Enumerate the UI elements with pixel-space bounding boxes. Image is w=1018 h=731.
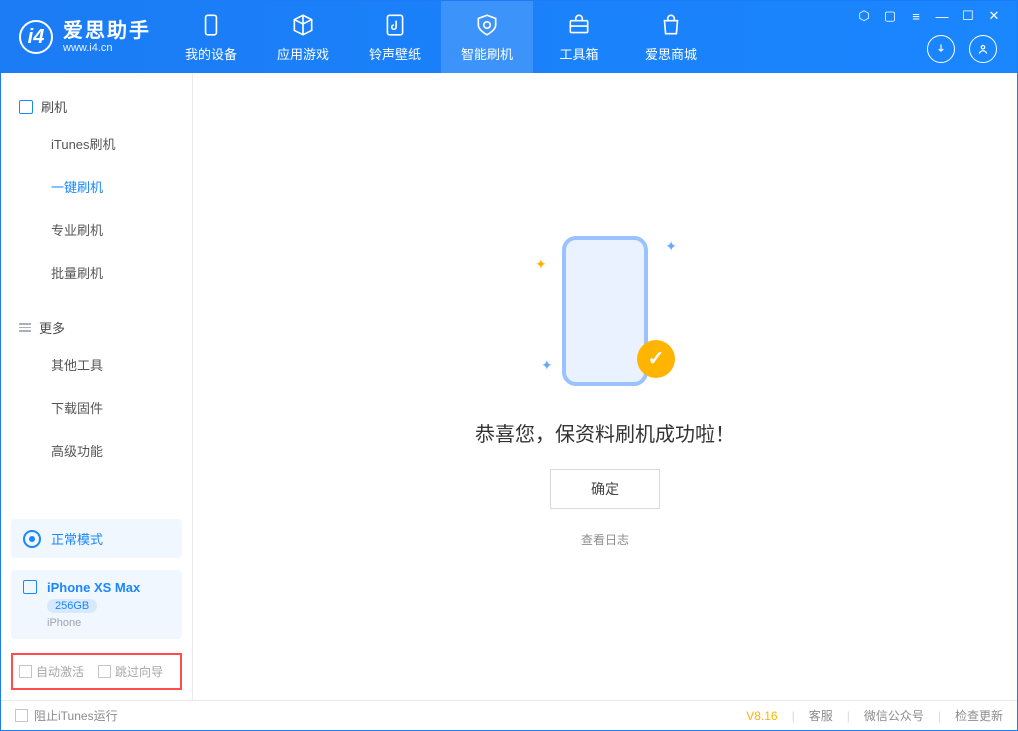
ok-button[interactable]: 确定 (550, 469, 660, 509)
tab-apps-games[interactable]: 应用游戏 (257, 1, 349, 73)
device-storage: 256GB (47, 599, 97, 613)
sidebar-section-more: 更多 (1, 304, 192, 343)
bag-icon (658, 12, 684, 38)
user-icon (976, 42, 990, 56)
tab-smart-flash[interactable]: 智能刷机 (441, 1, 533, 73)
phone-graphic (562, 236, 648, 386)
menu-icon[interactable]: ≡ (909, 9, 923, 23)
music-file-icon (382, 12, 408, 38)
mode-icon (23, 530, 41, 548)
app-name-cn: 爱思助手 (63, 21, 151, 41)
tab-my-device[interactable]: 我的设备 (165, 1, 257, 73)
download-icon (934, 42, 948, 56)
device-card[interactable]: iPhone XS Max 256GB iPhone (11, 570, 182, 639)
header: i4 爱思助手 www.i4.cn 我的设备 应用游戏 铃声壁纸 智能刷机 工具… (1, 1, 1017, 73)
account-button[interactable] (969, 35, 997, 63)
toolbox-icon (566, 12, 592, 38)
main-content: ✦ ✦ ✦ ✓ 恭喜您，保资料刷机成功啦！ 确定 查看日志 (193, 73, 1017, 700)
sidebar-item-itunes-flash[interactable]: iTunes刷机 (1, 122, 192, 165)
checkbox-block-itunes[interactable]: 阻止iTunes运行 (15, 707, 118, 724)
device-icon (19, 100, 33, 114)
app-name-en: www.i4.cn (63, 43, 151, 54)
sidebar-item-other-tools[interactable]: 其他工具 (1, 343, 192, 386)
success-illustration: ✦ ✦ ✦ ✓ (505, 226, 705, 396)
sparkle-icon: ✦ (541, 357, 553, 374)
version-label: V8.16 (746, 709, 777, 723)
phone-icon (23, 580, 37, 594)
lock-icon[interactable]: ▢ (883, 9, 897, 23)
tab-store[interactable]: 爱思商城 (625, 1, 717, 73)
footer-link-service[interactable]: 客服 (809, 707, 833, 724)
window-controls: ⬡ ▢ ≡ — ☐ ✕ (857, 1, 1007, 23)
checkbox-skip-guide[interactable]: 跳过向导 (98, 663, 163, 680)
top-tabs: 我的设备 应用游戏 铃声壁纸 智能刷机 工具箱 爱思商城 (165, 1, 717, 73)
sparkle-icon: ✦ (665, 238, 677, 255)
phone-icon (198, 12, 224, 38)
tab-toolbox[interactable]: 工具箱 (533, 1, 625, 73)
close-icon[interactable]: ✕ (987, 9, 1001, 23)
sidebar: 刷机 iTunes刷机 一键刷机 专业刷机 批量刷机 更多 其他工具 下载固件 … (1, 73, 193, 700)
footer-link-wechat[interactable]: 微信公众号 (864, 707, 924, 724)
footer: 阻止iTunes运行 V8.16 | 客服 | 微信公众号 | 检查更新 (1, 700, 1017, 730)
view-log-link[interactable]: 查看日志 (581, 531, 629, 548)
sidebar-item-pro-flash[interactable]: 专业刷机 (1, 208, 192, 251)
sparkle-icon: ✦ (535, 256, 547, 273)
success-message: 恭喜您，保资料刷机成功啦！ (475, 418, 735, 447)
mode-card[interactable]: 正常模式 (11, 519, 182, 558)
highlighted-options: 自动激活 跳过向导 (11, 653, 182, 690)
checkbox-icon (15, 709, 28, 722)
checkbox-icon (98, 665, 111, 678)
footer-link-update[interactable]: 检查更新 (955, 707, 1003, 724)
device-name: iPhone XS Max (47, 580, 140, 595)
maximize-icon[interactable]: ☐ (961, 9, 975, 23)
minimize-icon[interactable]: — (935, 9, 949, 23)
sidebar-item-oneclick-flash[interactable]: 一键刷机 (1, 165, 192, 208)
logo-icon: i4 (19, 20, 53, 54)
sidebar-section-flash: 刷机 (1, 83, 192, 122)
check-icon: ✓ (637, 340, 675, 378)
tab-ringtones-wallpapers[interactable]: 铃声壁纸 (349, 1, 441, 73)
cube-icon (290, 12, 316, 38)
sidebar-item-advanced[interactable]: 高级功能 (1, 429, 192, 472)
sidebar-item-download-firmware[interactable]: 下载固件 (1, 386, 192, 429)
mode-label: 正常模式 (51, 529, 103, 548)
sidebar-item-batch-flash[interactable]: 批量刷机 (1, 251, 192, 294)
checkbox-auto-activate[interactable]: 自动激活 (19, 663, 84, 680)
checkbox-icon (19, 665, 32, 678)
shirt-icon[interactable]: ⬡ (857, 9, 871, 23)
logo[interactable]: i4 爱思助手 www.i4.cn (1, 20, 165, 54)
device-type: iPhone (47, 617, 140, 629)
download-button[interactable] (927, 35, 955, 63)
refresh-shield-icon (474, 12, 500, 38)
list-icon (19, 323, 31, 332)
